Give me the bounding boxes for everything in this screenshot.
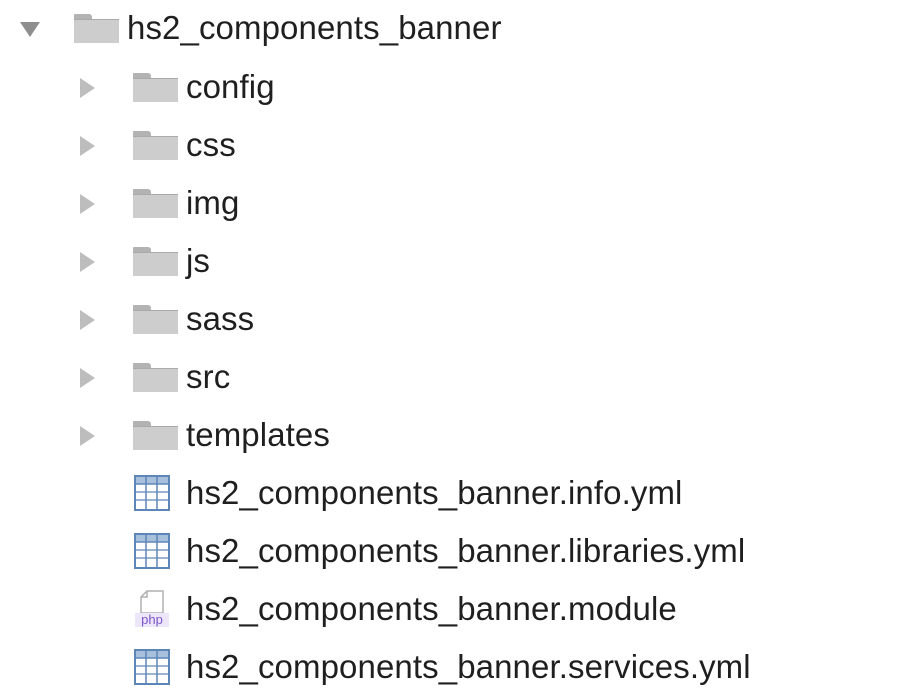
tree-item-label: hs2_components_banner	[127, 9, 502, 46]
disclosure-triangle-collapsed-icon[interactable]	[80, 310, 95, 330]
tree-item-label: hs2_components_banner.info.yml	[186, 474, 683, 511]
tree-folder-item-config[interactable]: config	[0, 58, 905, 116]
tree-item-label: templates	[186, 416, 330, 453]
tree-root-item[interactable]: hs2_components_banner	[0, 0, 905, 58]
disclosure-triangle-collapsed-icon[interactable]	[80, 78, 95, 98]
tree-folder-item-src[interactable]: src	[0, 348, 905, 406]
disclosure-triangle-collapsed-icon[interactable]	[80, 194, 95, 214]
folder-icon	[133, 305, 178, 334]
tree-file-item-module[interactable]: php hs2_components_banner.module	[0, 580, 905, 638]
tree-folder-item-js[interactable]: js	[0, 232, 905, 290]
tree-item-label: sass	[186, 300, 255, 337]
folder-icon	[133, 363, 178, 392]
tree-folder-item-sass[interactable]: sass	[0, 290, 905, 348]
tree-item-label: css	[186, 126, 236, 163]
tree-folder-item-css[interactable]: css	[0, 116, 905, 174]
tree-item-label: config	[186, 68, 275, 105]
project-file-tree: hs2_components_banner config css img js …	[0, 0, 905, 685]
disclosure-triangle-collapsed-icon[interactable]	[80, 368, 95, 388]
tree-file-item-info-yml[interactable]: hs2_components_banner.info.yml	[0, 464, 905, 522]
yml-file-icon	[134, 533, 170, 569]
folder-icon	[133, 131, 178, 160]
tree-item-label: hs2_components_banner.module	[186, 590, 677, 627]
folder-icon	[133, 421, 178, 450]
disclosure-triangle-collapsed-icon[interactable]	[80, 136, 95, 156]
tree-file-item-services-yml[interactable]: hs2_components_banner.services.yml	[0, 638, 905, 696]
tree-folder-item-img[interactable]: img	[0, 174, 905, 232]
disclosure-triangle-collapsed-icon[interactable]	[80, 426, 95, 446]
php-badge-text: php	[141, 612, 163, 627]
folder-icon	[74, 14, 119, 43]
folder-icon	[133, 73, 178, 102]
tree-folder-item-templates[interactable]: templates	[0, 406, 905, 464]
disclosure-triangle-collapsed-icon[interactable]	[80, 252, 95, 272]
php-file-icon: php	[135, 590, 169, 627]
tree-item-label: js	[186, 242, 211, 279]
tree-file-item-libraries-yml[interactable]: hs2_components_banner.libraries.yml	[0, 522, 905, 580]
tree-item-label: src	[186, 358, 231, 395]
folder-icon	[133, 189, 178, 218]
yml-file-icon	[134, 475, 170, 511]
tree-item-label: hs2_components_banner.libraries.yml	[186, 532, 746, 569]
folder-icon	[133, 247, 178, 276]
yml-file-icon	[134, 649, 170, 685]
tree-item-label: img	[186, 184, 240, 221]
disclosure-triangle-expanded-icon[interactable]	[20, 22, 40, 37]
tree-item-label: hs2_components_banner.services.yml	[186, 648, 751, 685]
